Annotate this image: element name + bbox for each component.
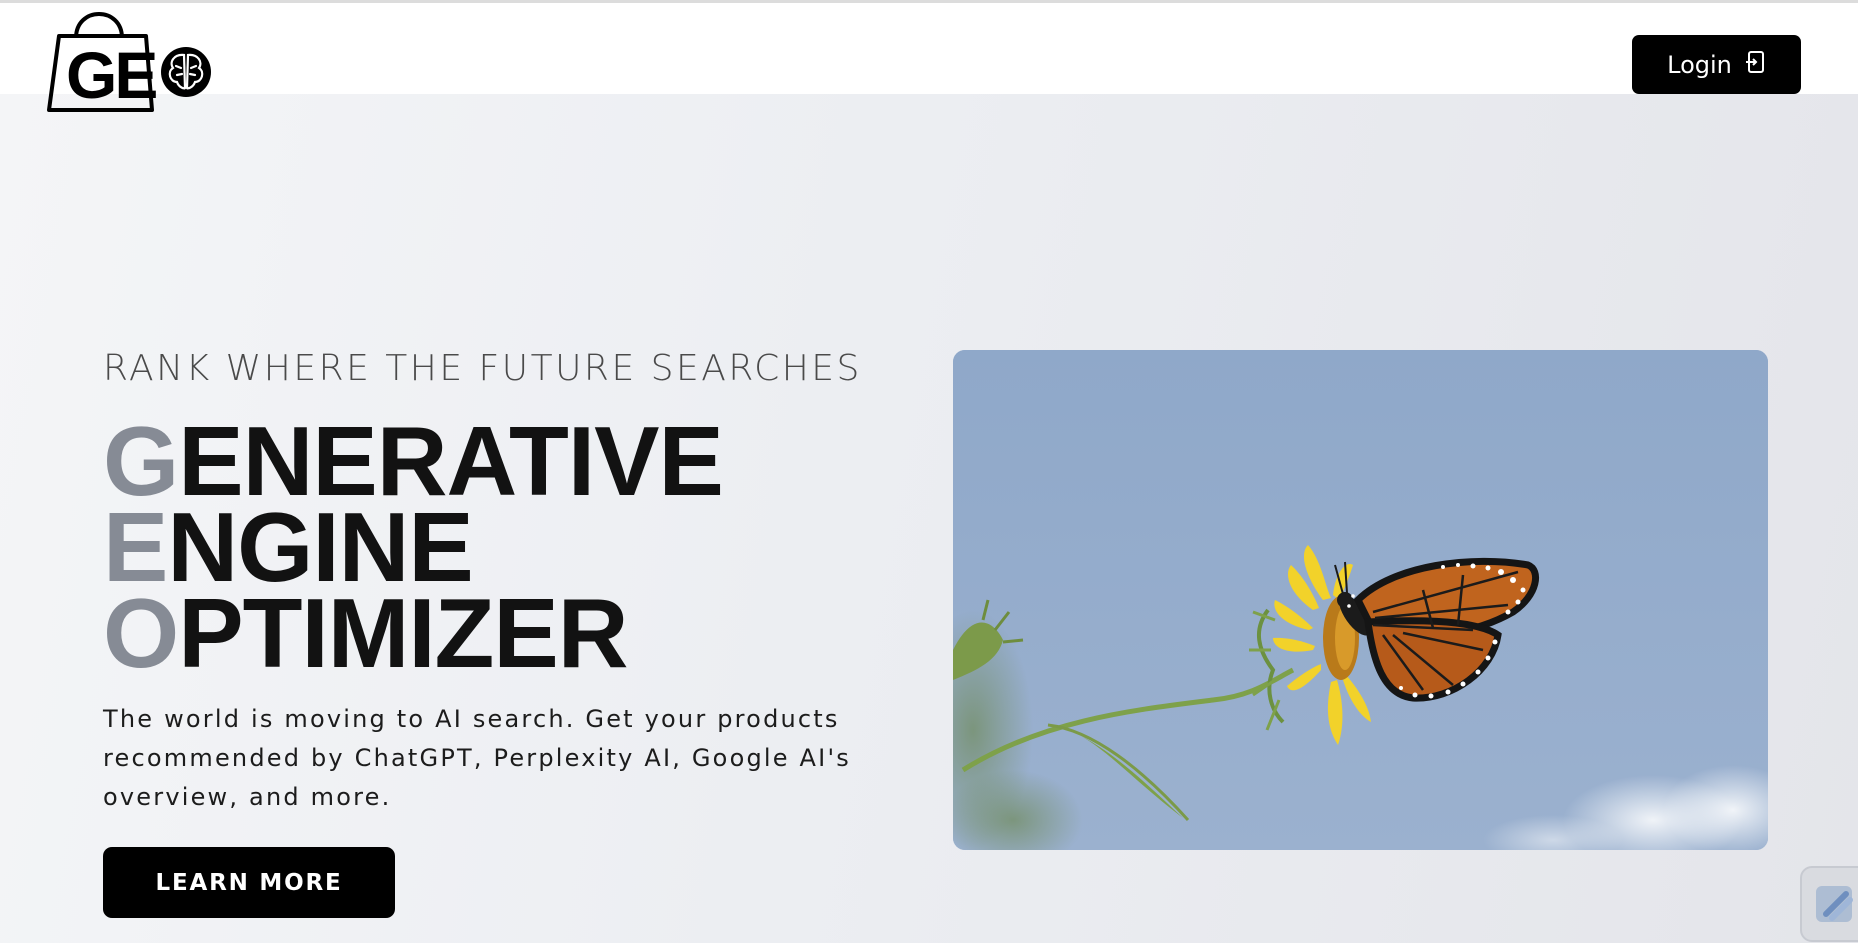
login-button[interactable]: Login [1632,35,1801,94]
butterfly-flower-illustration [953,350,1768,850]
site-logo[interactable]: GE [46,2,216,114]
login-door-icon [1745,50,1766,80]
learn-more-button[interactable]: LEARN MORE [103,847,395,918]
headline-initial: O [103,578,179,688]
login-button-label: Login [1667,50,1732,79]
logo-text: GE [66,38,156,112]
chat-widget-button[interactable] [1800,866,1858,942]
headline-rest: PTIMIZER [178,578,628,688]
site-header [0,3,1858,94]
shopping-bag-logo-icon: GE [47,12,211,112]
hero-image-butterfly [953,350,1768,850]
hero-tagline: RANK WHERE THE FUTURE SEARCHES [103,348,862,389]
hero-headline: GENERATIVE ENGINE OPTIMIZER [103,412,724,682]
page: GE Login RANK WHERE THE FUTURE SEARCHES … [0,0,1858,943]
headline-line-optimizer: OPTIMIZER [103,584,723,682]
hero-description: The world is moving to AI search. Get yo… [103,705,851,811]
chat-widget-icon [1816,886,1853,922]
